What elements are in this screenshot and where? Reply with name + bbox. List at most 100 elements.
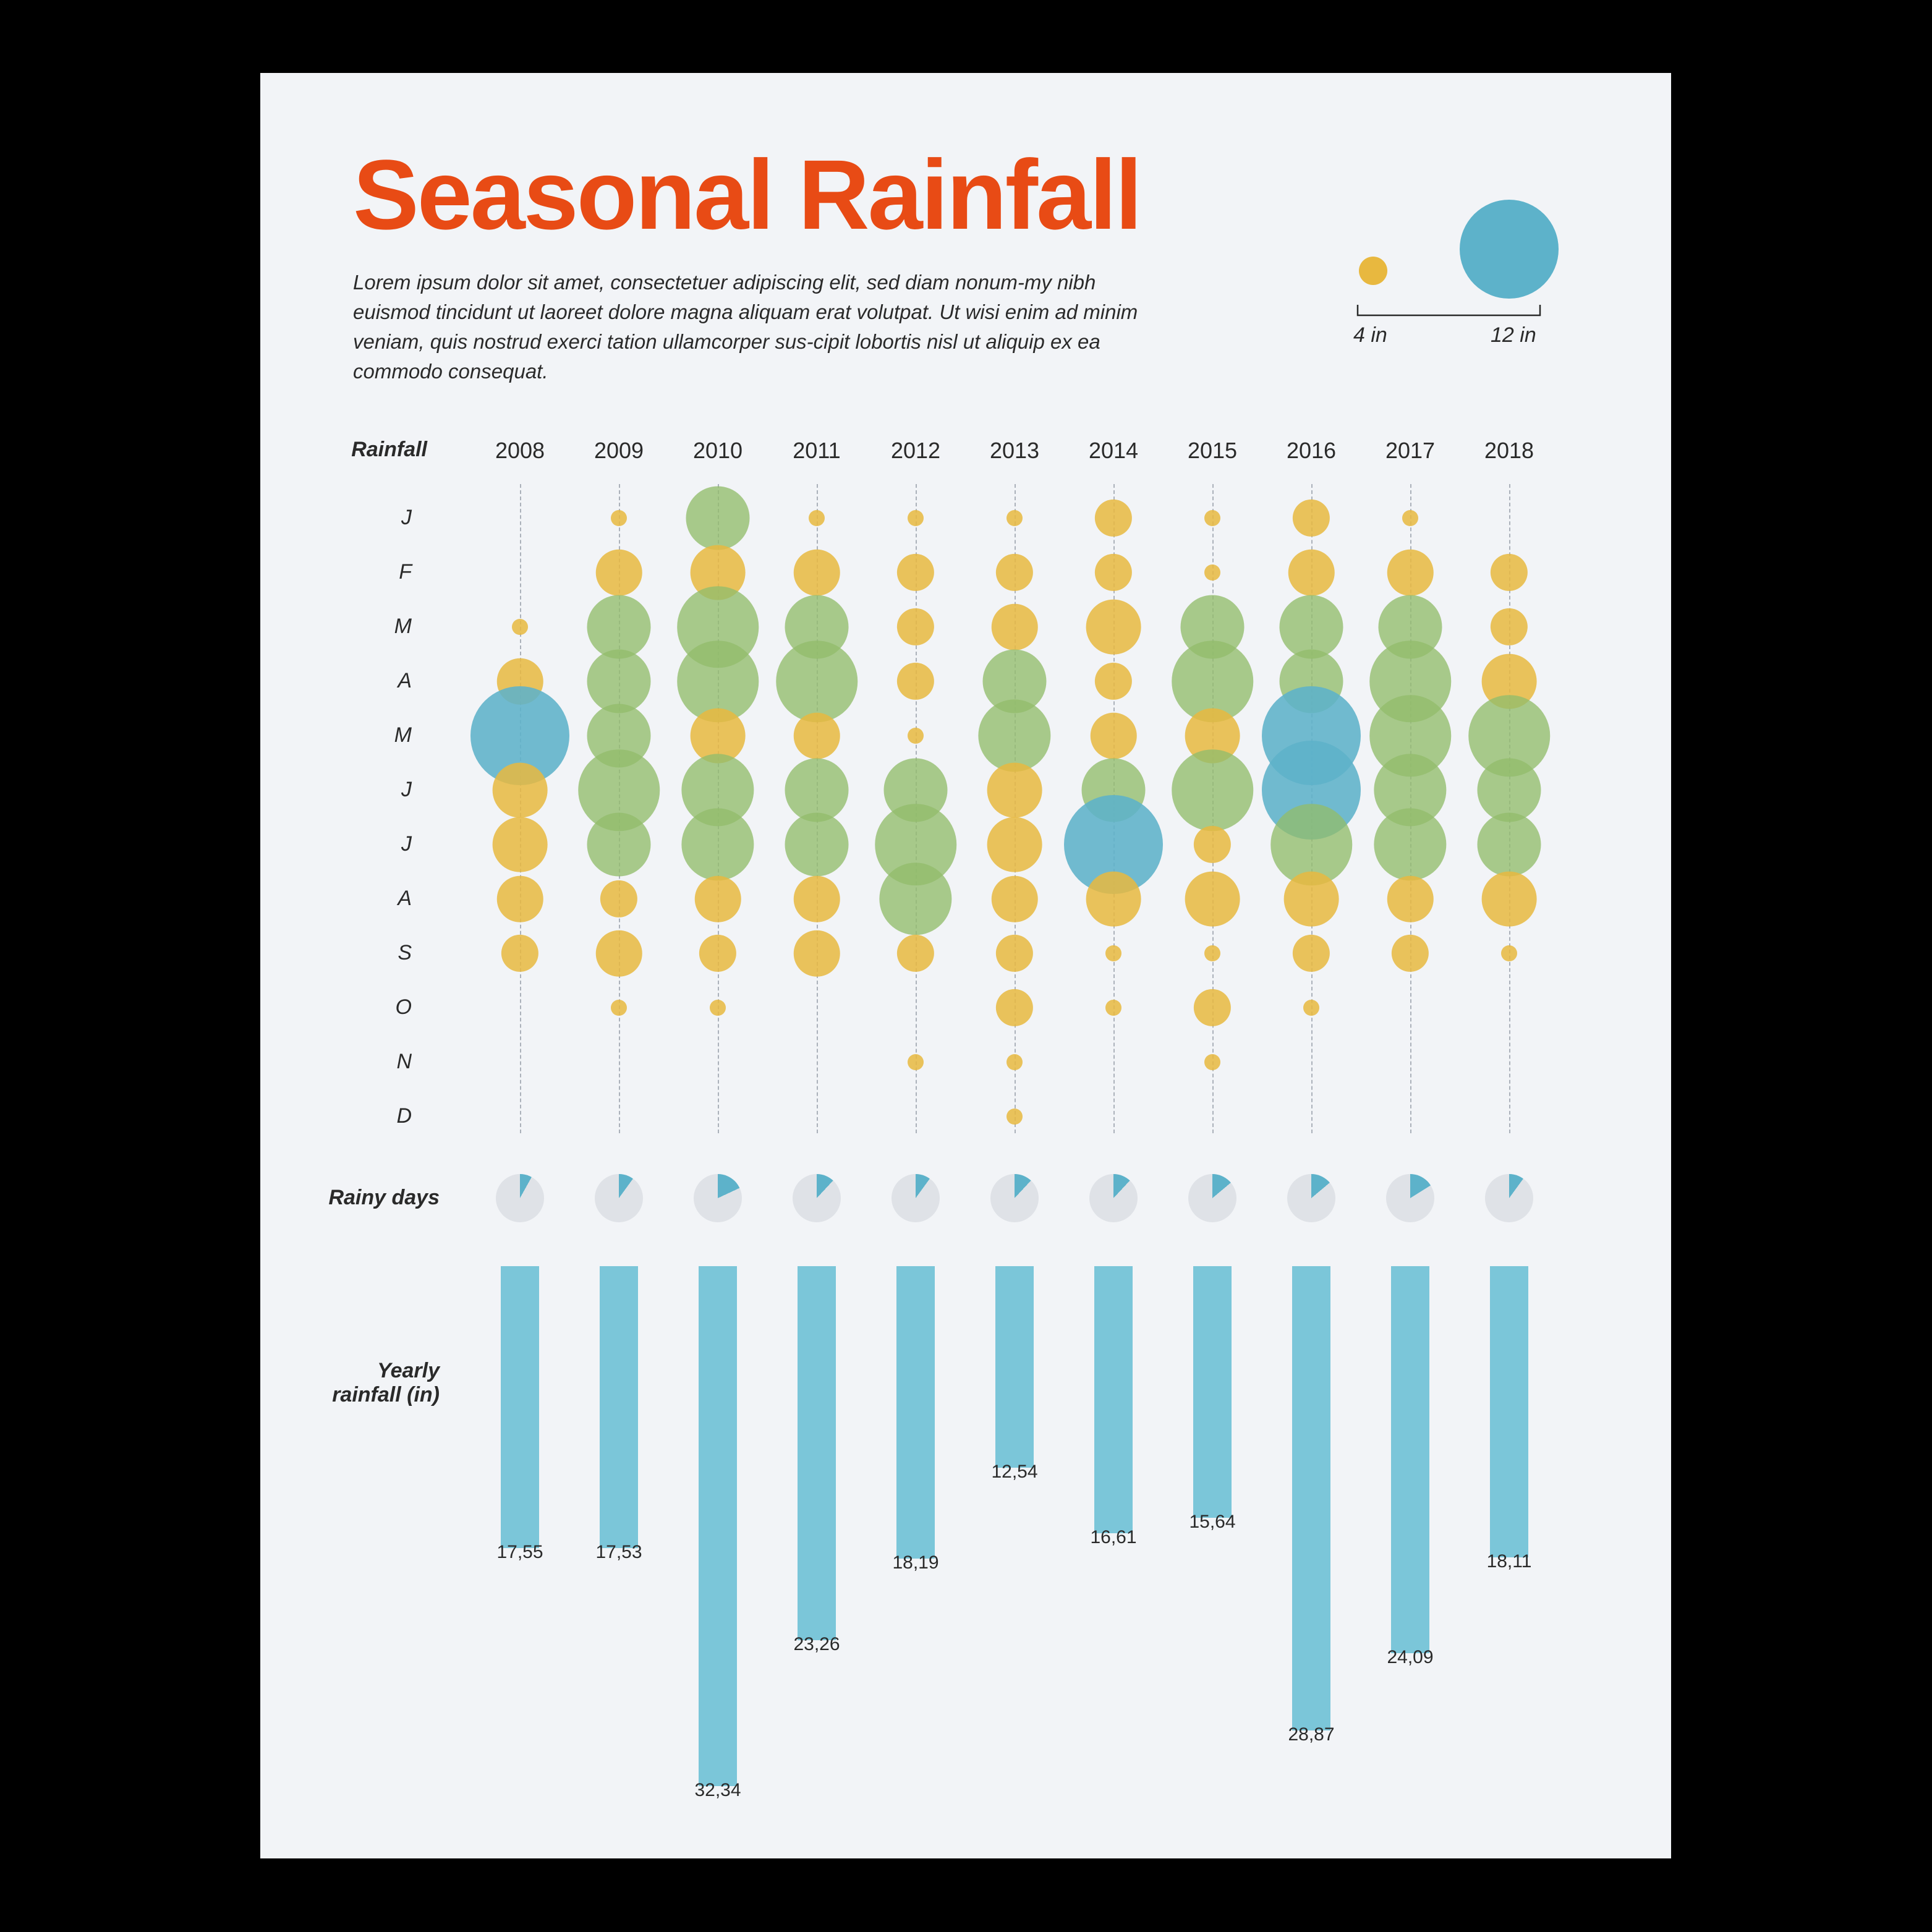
rainfall-bubble xyxy=(1105,1000,1121,1016)
year-label: 2009 xyxy=(582,438,656,464)
month-label: J xyxy=(381,778,412,802)
month-label: J xyxy=(381,832,412,856)
page-title: Seasonal Rainfall xyxy=(353,138,1141,252)
rainy-days-pie xyxy=(990,1174,1039,1222)
rainfall-bubble xyxy=(1185,872,1240,927)
legend-small-bubble-icon xyxy=(1359,257,1387,285)
rainfall-bubble xyxy=(809,510,825,526)
yearly-rainfall-bar xyxy=(1490,1266,1528,1557)
year-label: 2018 xyxy=(1472,438,1546,464)
rainy-days-pie xyxy=(496,1174,544,1222)
rainfall-bubble xyxy=(1204,564,1220,581)
rainfall-bubble xyxy=(1095,500,1132,537)
rainfall-bubble xyxy=(794,876,840,922)
year-label: 2014 xyxy=(1076,438,1151,464)
rainfall-bubble xyxy=(1478,813,1541,877)
rainy-days-pie xyxy=(694,1174,742,1222)
rainfall-bubble xyxy=(600,880,637,917)
rainfall-bubble xyxy=(1288,550,1335,596)
yearly-rainfall-bar xyxy=(699,1266,737,1786)
rainfall-bubble xyxy=(1095,663,1132,700)
chart-area: Rainfall20082009201020112012201320142015… xyxy=(260,438,1671,1829)
rainfall-bubble xyxy=(611,1000,627,1016)
yearly-rainfall-value: 28,87 xyxy=(1268,1724,1355,1745)
rainfall-bubble xyxy=(992,604,1038,650)
rainfall-bubble xyxy=(1374,808,1446,880)
yearly-rainfall-bar xyxy=(1094,1266,1133,1533)
yearly-rainfall-bar xyxy=(995,1266,1034,1468)
yearly-rainfall-value: 17,55 xyxy=(477,1542,563,1563)
rainfall-bubble xyxy=(681,808,754,880)
year-label: 2008 xyxy=(483,438,557,464)
rainfall-bubble xyxy=(1204,510,1220,526)
year-label: 2017 xyxy=(1373,438,1447,464)
yearly-rainfall-value: 15,64 xyxy=(1169,1512,1256,1533)
rainfall-bubble xyxy=(1091,713,1137,759)
rainy-days-pie xyxy=(1188,1174,1236,1222)
rainy-days-pie xyxy=(595,1174,643,1222)
month-label: O xyxy=(381,995,412,1019)
rainfall-bubble xyxy=(1086,872,1141,927)
rainfall-bubble xyxy=(1387,876,1434,922)
rainfall-bubble xyxy=(1402,510,1418,526)
month-label: N xyxy=(381,1050,412,1074)
rainfall-bubble xyxy=(1194,989,1231,1026)
rainfall-bubble xyxy=(785,813,849,877)
rainfall-bubble xyxy=(1172,749,1253,831)
rainfall-bubble xyxy=(1284,872,1339,927)
yearly-rainfall-value: 18,19 xyxy=(872,1552,959,1573)
rainfall-bubble xyxy=(1105,945,1121,961)
rainfall-bubble xyxy=(596,930,642,977)
rainfall-bubble xyxy=(996,989,1033,1026)
rainfall-bubble xyxy=(611,510,627,526)
month-label: J xyxy=(381,506,412,530)
rainfall-bubble xyxy=(1006,510,1023,526)
rainfall-bubble xyxy=(493,817,548,872)
yearly-rainfall-bar xyxy=(798,1266,836,1640)
month-label: A xyxy=(381,887,412,911)
month-label: F xyxy=(381,560,412,584)
rainy-days-label: Rainy days xyxy=(316,1186,440,1210)
rainfall-bubble xyxy=(996,554,1033,591)
rainfall-bubble xyxy=(776,640,857,722)
rainy-days-pie xyxy=(1386,1174,1434,1222)
yearly-rainfall-bar xyxy=(1292,1266,1330,1730)
rainy-days-pie xyxy=(1485,1174,1533,1222)
rainfall-bubble xyxy=(1491,608,1528,645)
rainy-days-pie xyxy=(793,1174,841,1222)
rainfall-bubble xyxy=(501,935,538,972)
month-label: D xyxy=(381,1104,412,1128)
year-label: 2012 xyxy=(879,438,953,464)
yearly-rainfall-bar xyxy=(1193,1266,1232,1518)
rainfall-bubble xyxy=(686,487,750,550)
rainfall-bubble xyxy=(897,608,934,645)
rainfall-bubble xyxy=(512,619,528,635)
rainfall-bubble xyxy=(1194,826,1231,863)
yearly-rainfall-value: 23,26 xyxy=(773,1634,860,1655)
rainfall-bubble xyxy=(596,550,642,596)
yearly-rainfall-value: 24,09 xyxy=(1367,1647,1453,1668)
yearly-rainfall-value: 32,34 xyxy=(674,1780,761,1801)
rainfall-bubble xyxy=(1095,554,1132,591)
rainfall-bubble xyxy=(1204,1054,1220,1070)
rainy-days-pie xyxy=(892,1174,940,1222)
rainfall-bubble xyxy=(1006,1109,1023,1125)
year-label: 2015 xyxy=(1175,438,1249,464)
year-label: 2013 xyxy=(977,438,1052,464)
yearly-rainfall-value: 17,53 xyxy=(576,1542,662,1563)
rainfall-bubble xyxy=(794,930,840,977)
month-label: M xyxy=(381,615,412,639)
yearly-rainfall-value: 12,54 xyxy=(971,1462,1058,1483)
yearly-rainfall-label: Yearly rainfall (in) xyxy=(297,1359,440,1407)
infographic-page: Seasonal Rainfall Lorem ipsum dolor sit … xyxy=(260,73,1671,1858)
rainfall-bubble xyxy=(497,876,543,922)
bubble-size-legend: 4 in 12 in xyxy=(1324,197,1583,357)
rainfall-bubble xyxy=(794,550,840,596)
yearly-rainfall-bar xyxy=(896,1266,935,1559)
rainfall-bubble xyxy=(996,935,1033,972)
month-label: A xyxy=(381,669,412,693)
rainfall-bubble xyxy=(1293,935,1330,972)
rainfall-bubble xyxy=(987,817,1042,872)
rainfall-bubble xyxy=(794,713,840,759)
rainfall-bubble xyxy=(1387,550,1434,596)
